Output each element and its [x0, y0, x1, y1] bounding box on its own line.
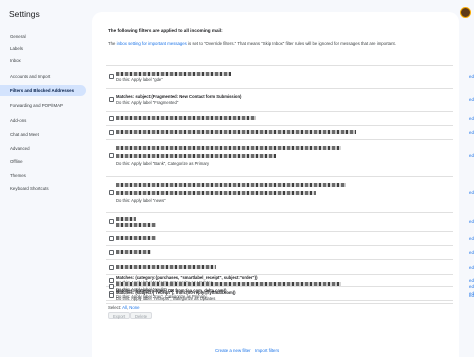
- edit-link[interactable]: edit: [469, 116, 474, 121]
- filter-row: Do this: Apply label "gde" edit delete: [106, 66, 474, 88]
- filter-criteria-redacted: [116, 129, 356, 134]
- filter-checkbox[interactable]: [109, 116, 114, 121]
- filter-criteria-redacted: [116, 153, 276, 158]
- edit-link[interactable]: edit: [469, 190, 474, 195]
- filter-criteria-redacted: [116, 264, 216, 269]
- filter-checkbox[interactable]: [109, 130, 114, 135]
- edit-link[interactable]: edit: [469, 284, 474, 289]
- filter-checkbox[interactable]: [109, 219, 114, 224]
- intro-text-start: The: [108, 41, 117, 46]
- page-title: Settings: [9, 9, 40, 19]
- edit-link[interactable]: edit: [469, 219, 474, 224]
- filter-checkbox[interactable]: [109, 284, 114, 289]
- filters-heading: The following filters are applied to all…: [108, 28, 223, 33]
- filter-row: edit delete: [106, 260, 474, 274]
- filter-row: edit delete: [106, 232, 474, 245]
- sidebar-item-advanced[interactable]: Advanced: [0, 143, 86, 154]
- select-none-link[interactable]: None: [129, 305, 139, 310]
- edit-link[interactable]: edit: [469, 130, 474, 135]
- filter-criteria: Matches: subject:(Fragmented: New Contac…: [116, 94, 241, 99]
- sidebar-item-forwarding[interactable]: Forwarding and POP/IMAP: [0, 100, 86, 111]
- sidebar-item-keyboard-shortcuts[interactable]: Keyboard Shortcuts: [0, 183, 86, 194]
- sidebar-item-addons[interactable]: Add-ons: [0, 115, 86, 126]
- filter-criteria-redacted: [116, 190, 316, 195]
- edit-link[interactable]: edit: [469, 236, 474, 241]
- filter-action: Do this: Apply label "receipts", Categor…: [116, 296, 216, 301]
- sidebar-item-labels[interactable]: Labels: [0, 43, 86, 54]
- filter-checkbox[interactable]: [109, 236, 114, 241]
- filters-intro: The inbox setting for important messages…: [108, 39, 453, 49]
- filter-checkbox[interactable]: [109, 74, 114, 79]
- filter-criteria-redacted: [116, 222, 156, 227]
- edit-link[interactable]: edit: [469, 265, 474, 270]
- filter-row: edit delete: [106, 246, 474, 259]
- edit-link[interactable]: edit: [469, 74, 474, 79]
- filter-checkbox[interactable]: [109, 293, 114, 298]
- export-button[interactable]: Export: [108, 312, 131, 319]
- edit-link[interactable]: edit: [469, 153, 474, 158]
- filter-checkbox[interactable]: [109, 265, 114, 270]
- filter-criteria-redacted: [116, 235, 156, 240]
- filter-criteria-redacted: [116, 71, 231, 76]
- select-controls: Select: All, None: [108, 305, 140, 310]
- avatar[interactable]: [460, 7, 471, 18]
- filter-row: Do this: Apply label "credit" edit delet…: [106, 281, 474, 293]
- filter-criteria-redacted: [116, 115, 256, 120]
- create-filter-link[interactable]: Create a new filter: [215, 348, 251, 353]
- filter-action: Do this: Apply label "Fragmented": [116, 100, 179, 105]
- sidebar-item-inbox[interactable]: Inbox: [0, 55, 86, 66]
- filter-criteria-redacted: [116, 145, 341, 150]
- filter-criteria-redacted: [116, 249, 151, 254]
- filter-matches: Matches: subject:(Fragmented: New Contac…: [116, 94, 242, 99]
- filters-panel: The following filters are applied to all…: [92, 12, 474, 357]
- filter-row: Matches: subject:(Fragmented: New Contac…: [106, 89, 474, 111]
- filter-row: Do this: Apply label "news" edit delete: [106, 177, 474, 212]
- sidebar-item-chat-meet[interactable]: Chat and Meet: [0, 129, 86, 140]
- inbox-setting-link[interactable]: inbox setting for important messages: [117, 41, 187, 46]
- filter-action: Do this: Apply label "Bank", Categorize …: [116, 161, 210, 166]
- delete-selected-button[interactable]: Delete: [130, 312, 153, 319]
- sidebar-item-accounts[interactable]: Accounts and Import: [0, 71, 86, 82]
- filter-row: Do this: Apply label "Bank", Categorize …: [106, 140, 474, 176]
- filter-row: edit delete: [106, 126, 474, 139]
- intro-text-end: is set to "Override filters." That means…: [186, 41, 396, 46]
- sidebar-item-general[interactable]: General: [0, 31, 86, 42]
- filter-criteria-redacted: [116, 216, 136, 221]
- edit-link[interactable]: edit: [469, 278, 474, 283]
- import-filters-link[interactable]: Import filters: [255, 348, 279, 353]
- filter-action: Do this: Apply label "gde": [116, 77, 163, 82]
- filter-criteria-redacted: [116, 182, 346, 187]
- filter-row: edit delete: [106, 112, 474, 125]
- filter-action: Do this: Apply label "credit": [116, 287, 166, 292]
- edit-link[interactable]: edit: [469, 250, 474, 255]
- filter-row: edit delete: [106, 213, 474, 231]
- filter-checkbox[interactable]: [109, 250, 114, 255]
- edit-link[interactable]: edit: [469, 293, 474, 298]
- sidebar-item-themes[interactable]: Themes: [0, 170, 86, 181]
- filter-checkbox[interactable]: [109, 190, 114, 195]
- settings-sidebar: General Labels Inbox Accounts and Import…: [0, 28, 92, 357]
- select-label: Select:: [108, 305, 122, 310]
- sidebar-item-filters[interactable]: Filters and Blocked Addresses: [0, 85, 86, 96]
- sidebar-item-offline[interactable]: Offline: [0, 156, 86, 167]
- divider: [106, 303, 453, 304]
- filter-criteria-redacted: [116, 281, 341, 286]
- edit-link[interactable]: edit: [469, 97, 474, 102]
- filter-action: Do this: Apply label "news": [116, 198, 166, 203]
- filter-checkbox[interactable]: [109, 97, 114, 102]
- filter-checkbox[interactable]: [109, 153, 114, 158]
